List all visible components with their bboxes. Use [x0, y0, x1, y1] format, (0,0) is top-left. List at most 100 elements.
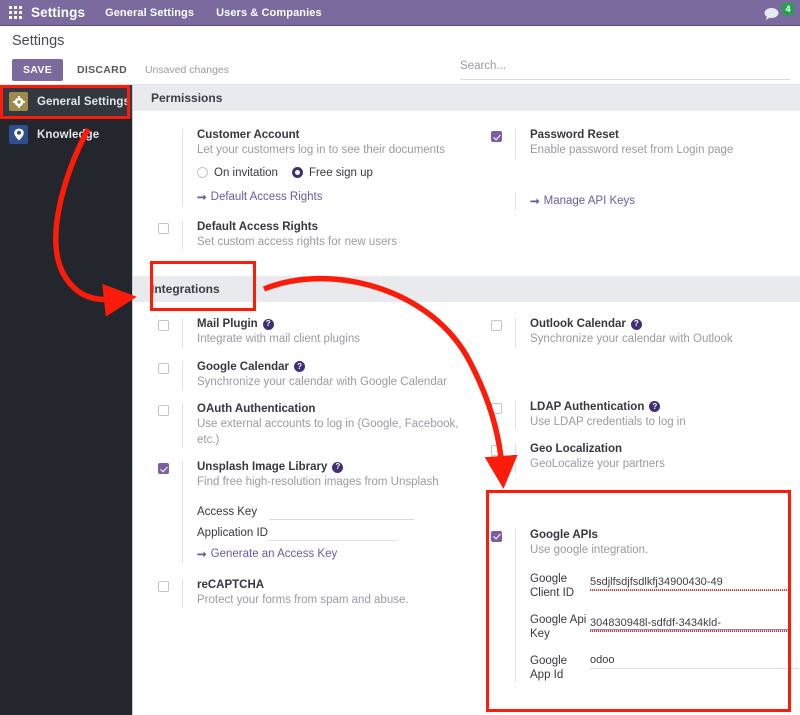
setting-description: Find free high-resolution images from Un…	[197, 476, 439, 489]
top-navbar: Settings General Settings Users & Compan…	[0, 0, 800, 26]
save-button[interactable]: SAVE	[12, 59, 64, 81]
setting-description: Enable password reset from Login page	[530, 144, 734, 156]
access-key-input[interactable]	[269, 504, 414, 520]
field-access-key: Access Key	[197, 504, 466, 520]
unsaved-changes-status: Unsaved changes	[144, 64, 230, 76]
help-icon[interactable]: ?	[262, 318, 274, 330]
help-icon[interactable]: ?	[294, 361, 306, 373]
application-id-input[interactable]	[269, 525, 397, 541]
sidebar-item-label: General Settings	[37, 95, 130, 108]
link-manage-api-keys[interactable]: ➞ Manage API Keys	[530, 194, 635, 208]
radio-free-sign-up[interactable]	[291, 167, 303, 179]
setting-description: Set custom access rights for new users	[197, 235, 398, 248]
checkbox-ldap-authentication[interactable]	[491, 402, 502, 414]
sidebar-item-knowledge[interactable]: Knowledge	[0, 118, 132, 151]
search-box	[460, 56, 790, 80]
field-google-api-key: Google Api Key	[530, 613, 799, 642]
setting-title: OAuth Authentication	[197, 403, 316, 416]
radio-on-invitation-label: On invitation	[214, 166, 278, 179]
checkbox-geo-localization[interactable]	[491, 445, 502, 457]
setting-title: Google APIs	[530, 528, 598, 541]
setting-body: Geo Localization GeoLocalize your partne…	[515, 443, 799, 473]
setting-title: Geo Localization	[530, 443, 623, 456]
setting-body: LDAP Authentication ? Use LDAP credentia…	[515, 400, 799, 431]
field-label: Application ID	[197, 526, 268, 539]
setting-outlook-calendar: Outlook Calendar ? Synchronize your cale…	[466, 318, 799, 348]
help-icon[interactable]: ?	[649, 401, 661, 413]
link-generate-access-key[interactable]: ➞ Generate an Access Key	[197, 547, 337, 561]
setting-title: Mail Plugin ?	[197, 318, 466, 330]
setting-title: Customer Account	[197, 129, 300, 141]
setting-title: Password Reset	[530, 129, 619, 141]
topbar-right-cluster: 4	[762, 0, 794, 26]
field-label: Google App Id	[530, 654, 568, 681]
settings-content: Permissions Customer Account Let your cu…	[133, 85, 800, 715]
setting-password-reset: Password Reset Enable password reset fro…	[466, 129, 799, 159]
help-icon[interactable]: ?	[332, 461, 344, 473]
google-app-id-input[interactable]	[590, 653, 799, 669]
checkbox-placeholder	[491, 192, 502, 210]
link-default-access-rights[interactable]: ➞ Default Access Rights	[197, 190, 323, 204]
setting-title: LDAP Authentication ?	[530, 401, 799, 413]
permissions-left-column: Customer Account Let your customers log …	[133, 111, 466, 251]
setting-title: Unsplash Image Library ?	[197, 461, 466, 473]
checkbox-google-calendar[interactable]	[158, 362, 169, 374]
checkbox-placeholder	[158, 129, 169, 206]
checkbox-mail-plugin[interactable]	[158, 320, 169, 332]
arrow-right-icon: ➞	[197, 191, 207, 204]
field-google-client-id: Google Client ID	[530, 572, 799, 601]
setting-title: Default Access Rights	[197, 220, 318, 233]
setting-description: Let your customers log in to see their d…	[197, 144, 446, 156]
integrations-columns: Mail Plugin ? Integrate with mail client…	[133, 302, 800, 683]
setting-description: Use external accounts to log in (Google,…	[197, 418, 459, 446]
checkbox-default-access-rights[interactable]	[158, 222, 169, 234]
radio-on-invitation[interactable]	[197, 167, 208, 179]
menu-users-companies[interactable]: Users & Companies	[216, 7, 322, 19]
setting-body: reCAPTCHA Protect your forms from spam a…	[182, 578, 466, 609]
setting-geo-localization: Geo Localization GeoLocalize your partne…	[466, 443, 799, 473]
field-label: Google Api Key	[530, 613, 587, 641]
section-header-permissions: Permissions	[133, 85, 800, 111]
checkbox-password-reset[interactable]	[491, 131, 502, 142]
menu-general-settings[interactable]: General Settings	[105, 7, 194, 19]
sidebar-item-general-settings[interactable]: General Settings	[0, 85, 132, 118]
search-input[interactable]	[460, 60, 790, 72]
setting-description: Use google integration.	[530, 543, 649, 556]
setting-description: Synchronize your calendar with Outlook	[530, 333, 733, 346]
setting-google-calendar: Google Calendar ? Synchronize your calen…	[133, 360, 466, 391]
setting-recaptcha: reCAPTCHA Protect your forms from spam a…	[133, 578, 466, 609]
discard-button[interactable]: DISCARD	[67, 59, 137, 81]
checkbox-oauth-authentication[interactable]	[158, 405, 169, 417]
checkbox-google-apis[interactable]	[491, 530, 502, 542]
setting-title: reCAPTCHA	[197, 578, 265, 591]
setting-description: Use LDAP credentials to log in	[530, 415, 686, 428]
knowledge-pin-icon	[9, 125, 28, 144]
permissions-columns: Customer Account Let your customers log …	[133, 111, 800, 251]
settings-sidebar: General Settings Knowledge	[0, 85, 133, 715]
control-panel: Settings SAVE DISCARD Unsaved changes	[0, 26, 800, 85]
setting-mail-plugin: Mail Plugin ? Integrate with mail client…	[133, 318, 466, 348]
checkbox-recaptcha[interactable]	[158, 580, 169, 592]
checkbox-outlook-calendar[interactable]	[491, 320, 502, 332]
customer-account-radio-group: On invitation Free sign up	[197, 167, 466, 179]
apps-grid-icon[interactable]	[9, 5, 23, 20]
setting-oauth-authentication: OAuth Authentication Use external accoun…	[133, 403, 466, 449]
action-button-row: SAVE DISCARD Unsaved changes	[12, 59, 229, 81]
permissions-right-column: Password Reset Enable password reset fro…	[466, 111, 799, 250]
setting-description: GeoLocalize your partners	[530, 458, 665, 471]
field-application-id: Application ID	[197, 525, 466, 541]
speech-bubble-icon[interactable]	[762, 4, 781, 23]
sidebar-item-label: Knowledge	[37, 128, 100, 141]
help-icon[interactable]: ?	[630, 318, 642, 330]
setting-title: Outlook Calendar ?	[530, 318, 799, 330]
field-google-app-id: Google App Id	[530, 653, 799, 683]
setting-google-apis: Google APIs Use google integration. Goog…	[466, 528, 799, 683]
google-api-key-wrap	[590, 613, 790, 632]
app-brand-title[interactable]: Settings	[31, 5, 85, 20]
setting-title: Google Calendar ?	[197, 361, 466, 373]
integrations-right-column: Outlook Calendar ? Synchronize your cale…	[466, 302, 799, 683]
setting-body: Outlook Calendar ? Synchronize your cale…	[515, 318, 799, 348]
breadcrumb: Settings	[12, 33, 65, 49]
checkbox-unsplash-image-library[interactable]	[158, 463, 169, 475]
gear-icon	[9, 92, 28, 111]
